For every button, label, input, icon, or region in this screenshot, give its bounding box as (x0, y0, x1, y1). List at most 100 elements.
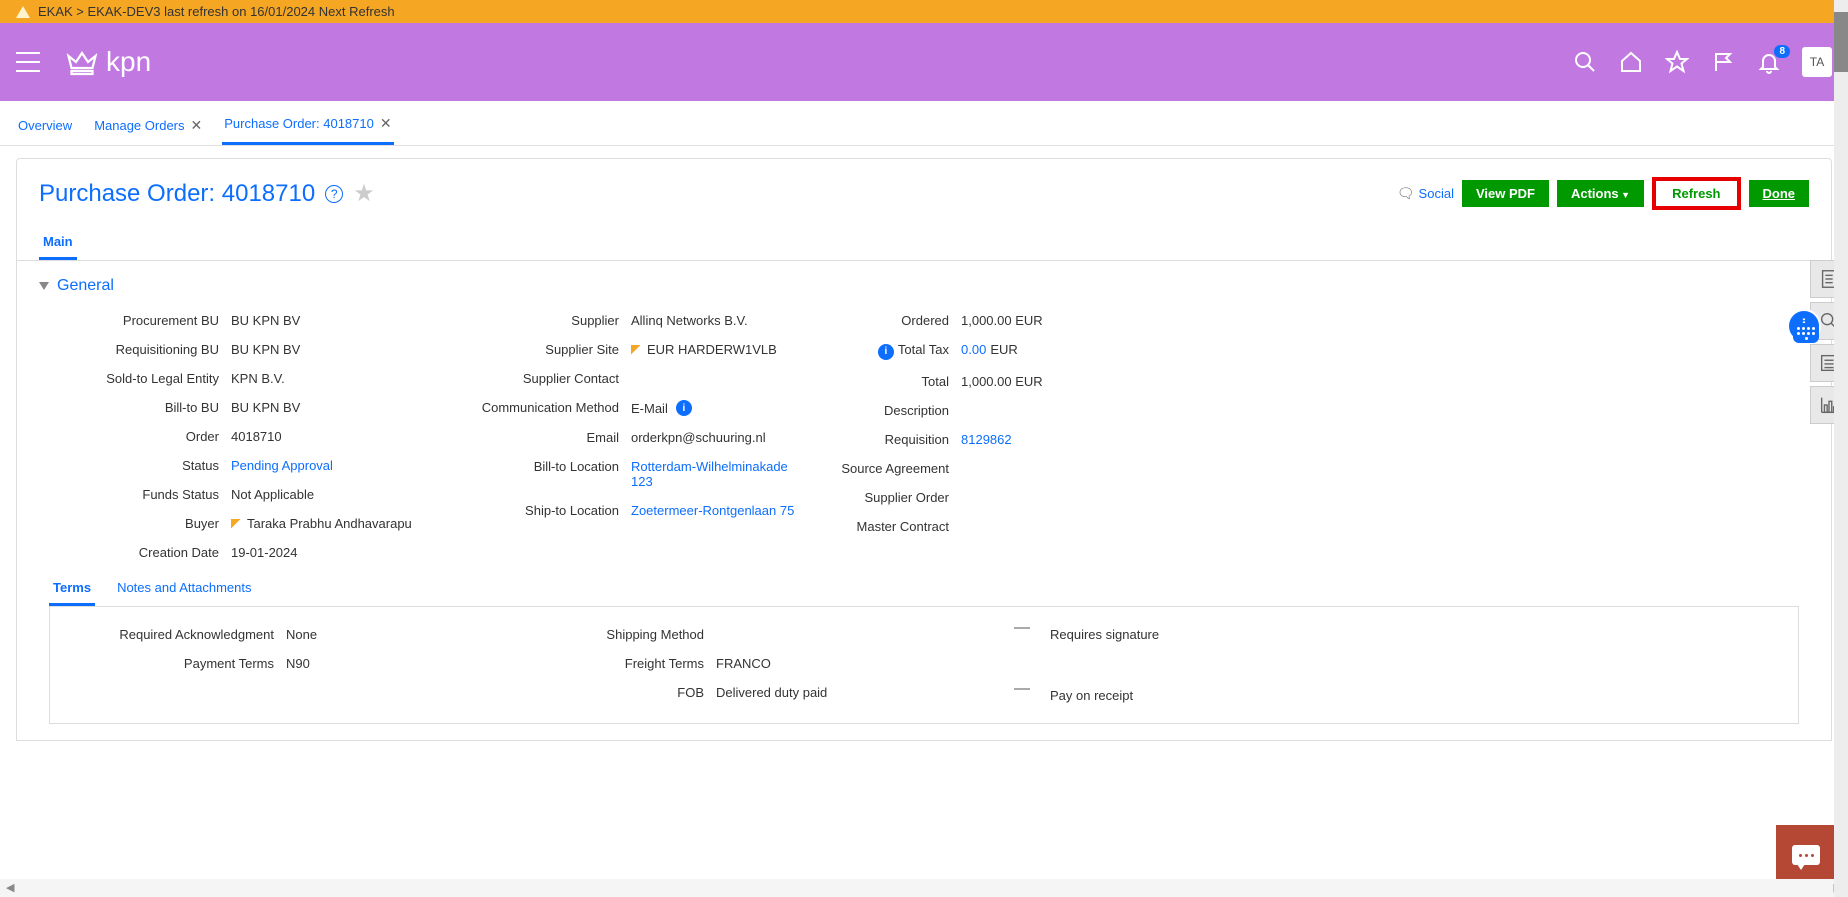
page-title: Purchase Order: 4018710 ? ★ (39, 179, 375, 208)
vertical-scrollbar[interactable] (1834, 0, 1848, 897)
checkbox-requires-signature[interactable]: Requires signature (1014, 627, 1774, 642)
section-title-general: General (57, 277, 114, 295)
scroll-left-icon[interactable]: ◀ (6, 881, 14, 895)
workspace-tabs: Overview Manage Orders✕ Purchase Order: … (0, 101, 1848, 146)
terms-tab-notes[interactable]: Notes and Attachments (113, 574, 255, 606)
label-source-agreement: Source Agreement (819, 461, 949, 476)
label-communication-method: Communication Method (439, 400, 619, 415)
label-creation-date: Creation Date (39, 545, 219, 560)
conversation-icon: 🗨 (1397, 185, 1415, 202)
label-bill-to-location: Bill-to Location (439, 459, 619, 474)
sub-tab-main[interactable]: Main (39, 228, 77, 260)
bell-icon[interactable]: 8 (1756, 49, 1782, 75)
value-total-tax: 0.00 EUR (961, 342, 1018, 357)
page-header: Purchase Order: 4018710 ? ★ 🗨Social View… (17, 177, 1831, 220)
label-status: Status (39, 458, 219, 473)
actions-dropdown-button[interactable]: Actions (1557, 180, 1644, 207)
notification-text: EKAK > EKAK-DEV3 last refresh on 16/01/2… (38, 4, 395, 19)
top-header: kpn 8 TA (0, 23, 1848, 101)
value-requisitioning-bu: BU KPN BV (231, 342, 300, 357)
chat-icon (1792, 845, 1820, 865)
social-link[interactable]: 🗨Social (1397, 185, 1454, 202)
value-total: 1,000.00 EUR (961, 374, 1043, 389)
kpn-logo[interactable]: kpn (64, 44, 151, 80)
value-requisition[interactable]: 8129862 (961, 432, 1012, 447)
value-bill-to-bu: BU KPN BV (231, 400, 300, 415)
tab-overview[interactable]: Overview (16, 109, 74, 145)
label-buyer: Buyer (39, 516, 219, 531)
label-procurement-bu: Procurement BU (39, 313, 219, 328)
label-supplier-site: Supplier Site (439, 342, 619, 357)
value-freight-terms: FRANCO (716, 656, 771, 671)
terms-tab-terms[interactable]: Terms (49, 574, 95, 606)
refresh-button[interactable]: Refresh (1652, 177, 1740, 210)
value-funds-status: Not Applicable (231, 487, 314, 502)
label-bill-to-bu: Bill-to BU (39, 400, 219, 415)
label-requisitioning-bu: Requisitioning BU (39, 342, 219, 357)
label-payment-terms: Payment Terms (74, 656, 274, 671)
po-sub-tabs: Main (17, 220, 1831, 260)
label-sold-to: Sold-to Legal Entity (39, 371, 219, 386)
environment-notification-bar: EKAK > EKAK-DEV3 last refresh on 16/01/2… (0, 0, 1848, 23)
value-order: 4018710 (231, 429, 282, 444)
label-freight-terms: Freight Terms (534, 656, 704, 671)
label-supplier-order: Supplier Order (819, 490, 949, 505)
value-bill-to-location[interactable]: Rotterdam-Wilhelminakade 123 (631, 459, 799, 489)
collapse-arrow-icon[interactable] (39, 282, 49, 290)
value-procurement-bu: BU KPN BV (231, 313, 300, 328)
help-icon[interactable]: ? (325, 185, 343, 203)
value-status[interactable]: Pending Approval (231, 458, 333, 473)
label-description: Description (819, 403, 949, 418)
value-ship-to-location[interactable]: Zoetermeer-Rontgenlaan 75 (631, 503, 794, 518)
value-supplier: Allinq Networks B.V. (631, 313, 748, 328)
value-communication-method: E-Maili (631, 400, 692, 416)
user-avatar[interactable]: TA (1802, 47, 1832, 77)
flag-icon (231, 519, 241, 529)
value-required-ack: None (286, 627, 317, 642)
checkbox-off-icon (1014, 627, 1030, 629)
hamburger-menu-icon[interactable] (16, 52, 40, 72)
home-icon[interactable] (1618, 49, 1644, 75)
value-supplier-site: EUR HARDERW1VLB (631, 342, 777, 357)
value-buyer: Taraka Prabhu Andhavarapu (231, 516, 412, 531)
label-supplier: Supplier (439, 313, 619, 328)
tab-manage-orders[interactable]: Manage Orders✕ (92, 109, 204, 145)
checkbox-pay-on-receipt[interactable]: Pay on receipt (1014, 688, 1774, 703)
favorites-star-icon[interactable] (1664, 49, 1690, 75)
favorite-star-off-icon[interactable]: ★ (353, 179, 375, 208)
flag-icon[interactable] (1710, 49, 1736, 75)
label-total-tax: iTotal Tax (819, 342, 949, 360)
close-icon[interactable]: ✕ (380, 115, 392, 132)
label-email: Email (439, 430, 619, 445)
done-button[interactable]: Done (1749, 180, 1810, 207)
crown-icon (64, 44, 100, 80)
chat-widget-button[interactable] (1776, 825, 1836, 885)
dialpad-icon[interactable] (1793, 323, 1819, 343)
label-shipping-method: Shipping Method (534, 627, 704, 642)
label-supplier-contact: Supplier Contact (439, 371, 619, 386)
value-ordered: 1,000.00 EUR (961, 313, 1043, 328)
close-icon[interactable]: ✕ (191, 117, 203, 134)
info-icon[interactable]: i (878, 344, 894, 360)
warning-icon (16, 6, 30, 18)
label-ordered: Ordered (819, 313, 949, 328)
view-pdf-button[interactable]: View PDF (1462, 180, 1549, 207)
label-fob: FOB (534, 685, 704, 700)
label-required-ack: Required Acknowledgment (74, 627, 274, 642)
label-order: Order (39, 429, 219, 444)
value-payment-terms: N90 (286, 656, 310, 671)
checkbox-off-icon (1014, 688, 1030, 690)
general-fields: Procurement BU BU KPN BV Requisitioning B… (39, 313, 1809, 560)
value-email: orderkpn@schuuring.nl (631, 430, 766, 445)
notification-badge: 8 (1774, 45, 1790, 58)
flag-icon (631, 345, 641, 355)
info-icon[interactable]: i (676, 400, 692, 416)
search-icon[interactable] (1572, 49, 1598, 75)
label-requisition: Requisition (819, 432, 949, 447)
tab-purchase-order[interactable]: Purchase Order: 4018710✕ (222, 109, 393, 145)
value-fob: Delivered duty paid (716, 685, 827, 700)
terms-tabs: Terms Notes and Attachments (39, 566, 1809, 606)
label-total: Total (819, 374, 949, 389)
value-sold-to: KPN B.V. (231, 371, 285, 386)
terms-panel: Required Acknowledgment None Payment Term… (49, 606, 1799, 724)
